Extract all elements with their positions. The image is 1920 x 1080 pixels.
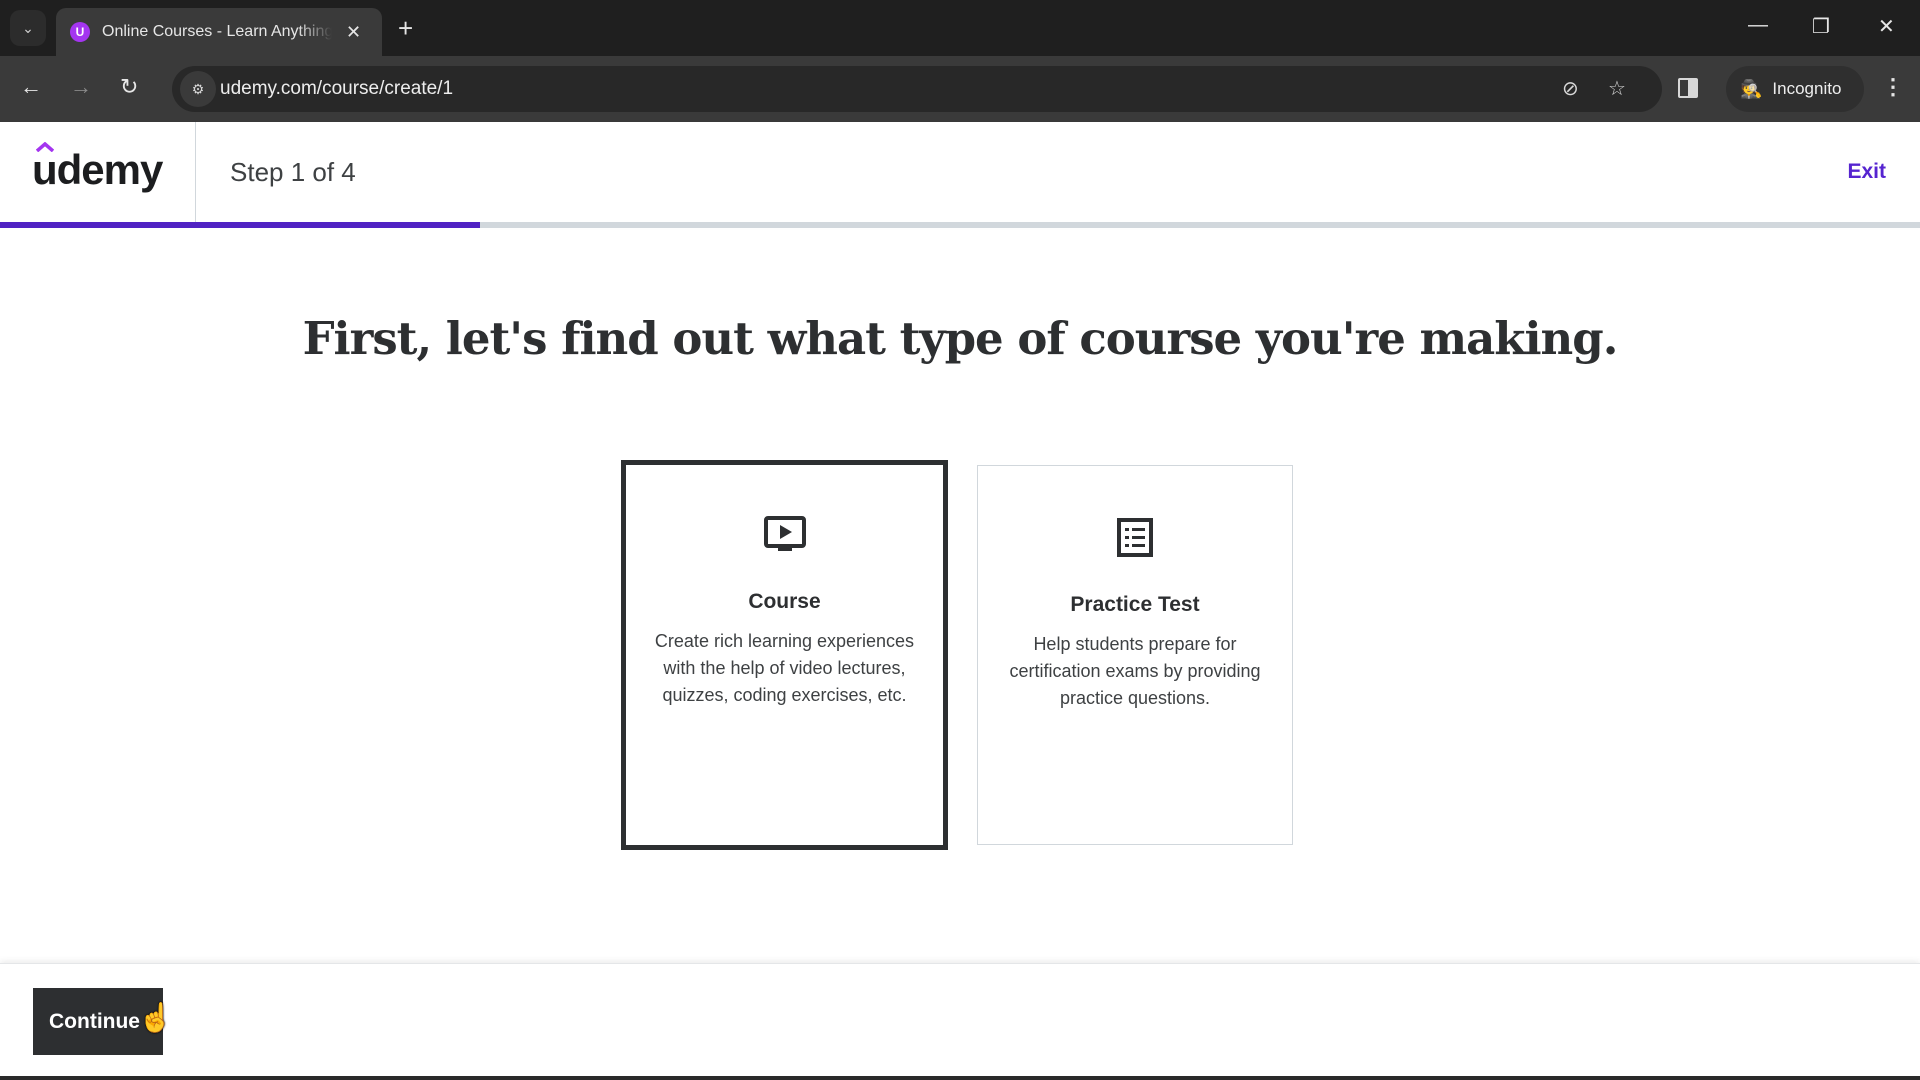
taskbar-edge [0,1076,1920,1080]
tab-close-icon[interactable]: ✕ [346,22,361,43]
minimize-icon[interactable]: — [1748,14,1768,37]
option-card-course[interactable]: Course Create rich learning experiences … [621,460,948,850]
progress-bar [0,222,1920,228]
reload-icon[interactable]: ↻ [120,74,138,100]
browser-menu-icon[interactable]: ⋮ [1882,74,1904,100]
browser-tab-active[interactable]: U Online Courses - Learn Anything ✕ [56,8,382,56]
url-text[interactable]: udemy.com/course/create/1 [220,78,453,100]
tracking-protection-eye-off-icon[interactable]: ⊘ [1562,76,1579,101]
site-info-icon[interactable]: ⚙ [180,71,216,107]
browser-toolbar: ← → ↻ ⚙ udemy.com/course/create/1 ⊘ ☆ 🕵 … [0,56,1920,122]
new-tab-button[interactable]: + [398,12,413,44]
video-screen-icon [763,516,806,551]
window-close-icon[interactable]: ✕ [1878,14,1895,39]
udemy-favicon-icon: U [70,22,90,42]
option-card-practice-test[interactable]: Practice Test Help students prepare for … [977,465,1293,845]
incognito-indicator[interactable]: 🕵 Incognito [1726,66,1864,112]
header-divider [195,122,196,224]
exit-link[interactable]: Exit [1847,160,1886,184]
forward-arrow-icon[interactable]: → [70,74,92,100]
progress-bar-fill [0,222,480,228]
udemy-logo[interactable]: udemy [32,142,163,194]
hand-pointer-cursor-icon: ☝ [138,1002,173,1033]
course-create-header: udemy Step 1 of 4 Exit [0,122,1920,224]
incognito-icon: 🕵 [1740,78,1763,99]
side-panel-icon[interactable] [1678,78,1698,98]
option-title: Course [748,590,821,613]
logo-text: udemy [32,146,163,193]
option-description: Create rich learning experiences with th… [654,631,915,705]
step-indicator: Step 1 of 4 [230,157,356,187]
logo-hat-icon [36,142,54,152]
address-bar[interactable]: ⚙ udemy.com/course/create/1 ⊘ ☆ [172,66,1662,112]
tab-title: Online Courses - Learn Anything [102,23,332,40]
incognito-label: Incognito [1772,79,1842,98]
option-title: Practice Test [1070,593,1200,616]
list-doc-icon [1117,518,1153,557]
chevron-down-icon: ⌄ [22,19,34,36]
option-description: Help students prepare for certification … [1009,634,1261,708]
back-arrow-icon[interactable]: ← [20,74,42,100]
restore-icon[interactable]: ❐ [1812,14,1830,39]
browser-tab-strip: ⌄ U Online Courses - Learn Anything ✕ + … [0,0,1920,56]
tab-search-button[interactable]: ⌄ [10,10,46,46]
page-heading: First, let's find out what type of cours… [302,312,1619,365]
bookmark-star-icon[interactable]: ☆ [1608,76,1626,101]
footer-bar: Continue [0,963,1920,1080]
